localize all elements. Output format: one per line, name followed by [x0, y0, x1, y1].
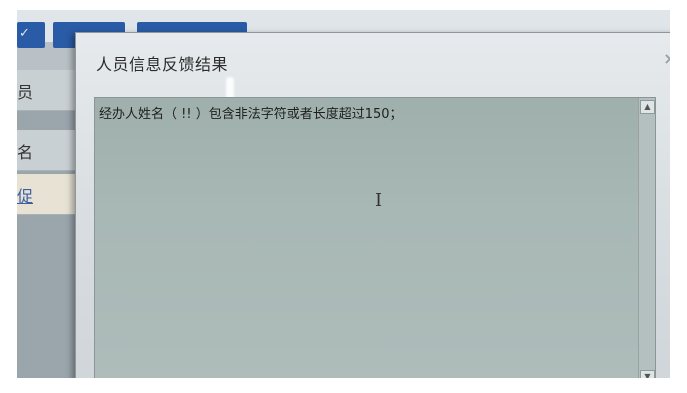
vertical-scrollbar[interactable]: ▲ ▼ — [638, 98, 655, 378]
dialog-header[interactable]: 人员信息反馈结果 × — [76, 33, 670, 85]
background-sidebar: 员 名 促 — [17, 70, 79, 378]
background-side-label: 名 — [17, 143, 34, 162]
message-textarea[interactable]: 经办人姓名（ !! ）包含非法字符或者长度超过150； I ▲ ▼ — [94, 97, 656, 378]
scroll-up-arrow-icon[interactable]: ▲ — [640, 100, 655, 114]
close-icon[interactable]: × — [662, 51, 670, 67]
background-side-label: 员 — [17, 83, 34, 102]
chevron-icon: ✓ — [19, 26, 30, 41]
background-side-link-label: 促 — [17, 187, 34, 206]
dialog-title: 人员信息反馈结果 — [96, 55, 229, 74]
background-side-item: 名 — [17, 130, 79, 171]
error-message: 经办人姓名（ !! ）包含非法字符或者长度超过150； — [99, 107, 403, 122]
screen: ✓ 员 名 促 人员信息反馈结果 × 经办人姓名（ !! ）包含非法字符或者长度… — [17, 10, 670, 378]
scroll-down-arrow-icon[interactable]: ▼ — [640, 370, 655, 378]
background-toolbar-button-1[interactable]: ✓ — [17, 22, 45, 48]
text-cursor-icon: I — [375, 190, 383, 211]
background-side-item: 员 — [17, 70, 79, 111]
background-side-link[interactable]: 促 — [17, 174, 79, 215]
feedback-dialog: 人员信息反馈结果 × 经办人姓名（ !! ）包含非法字符或者长度超过150； I… — [75, 32, 670, 378]
